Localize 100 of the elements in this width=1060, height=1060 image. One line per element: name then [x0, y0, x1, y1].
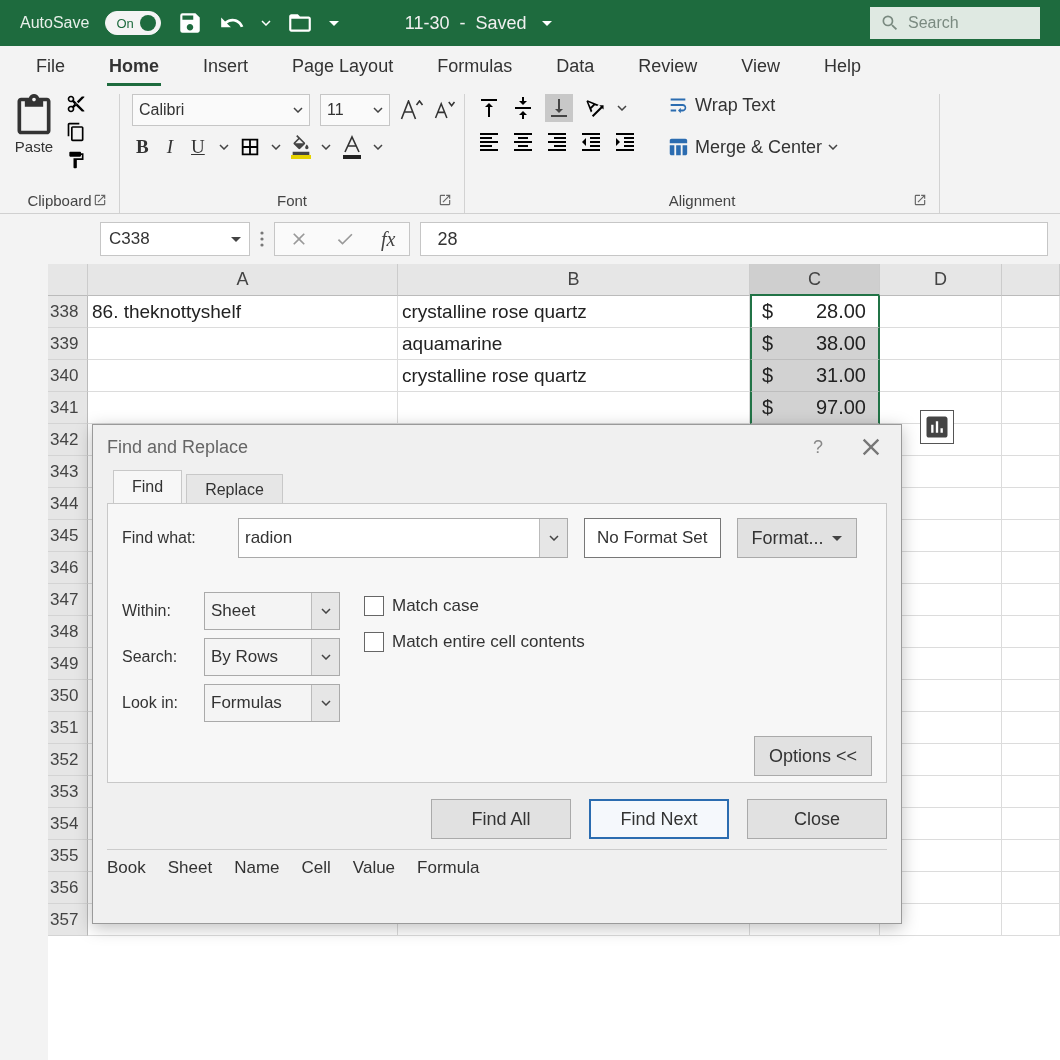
row-header[interactable]: 352 [48, 744, 88, 776]
launcher-icon [913, 193, 927, 207]
row-header[interactable]: 349 [48, 648, 88, 680]
dialog-button[interactable]: Close [747, 799, 887, 839]
name-box[interactable]: C338 [100, 222, 250, 256]
fill-color-icon[interactable] [290, 135, 311, 159]
row-header[interactable]: 339 [48, 328, 88, 360]
currency-cell: $ 38.00 [750, 328, 880, 360]
dialog-title: Find and Replace [107, 436, 250, 458]
ribbon-tab[interactable]: Review [636, 56, 700, 86]
checkbox[interactable] [364, 632, 384, 652]
column-header[interactable]: C [750, 264, 880, 296]
option-dropdown[interactable]: Sheet [204, 592, 340, 630]
align-bottom-button[interactable] [545, 94, 573, 122]
dialog-button[interactable]: Find All [431, 799, 571, 839]
row-header[interactable]: 357 [48, 904, 88, 936]
dialog-button[interactable]: Find Next [589, 799, 729, 839]
column-header[interactable]: Book [107, 858, 146, 878]
row-header[interactable]: 342 [48, 424, 88, 456]
currency-cell: $ 97.00 [750, 392, 880, 424]
row-header[interactable]: 345 [48, 520, 88, 552]
column-header[interactable]: Formula [417, 858, 480, 878]
format-button[interactable]: Format... [736, 518, 857, 558]
decrease-indent-icon [579, 130, 603, 154]
ribbon-tab[interactable]: Formulas [435, 56, 515, 86]
grow-font-icon[interactable] [400, 100, 424, 120]
table-cell [1002, 808, 1060, 840]
shrink-font-icon[interactable] [434, 101, 456, 119]
merge-center-button[interactable]: Merge & Center [667, 136, 839, 158]
ribbon-tab[interactable]: Page Layout [290, 56, 396, 86]
option-dropdown[interactable]: By Rows [204, 638, 340, 676]
column-header[interactable]: A [88, 264, 398, 296]
row-header[interactable]: 350 [48, 680, 88, 712]
table-cell [1002, 296, 1060, 328]
field-label: Search: [122, 648, 179, 666]
font-name-field[interactable]: Calibri [132, 94, 310, 126]
options-button[interactable]: Options << [753, 736, 872, 776]
row-header[interactable]: 351 [48, 712, 88, 744]
autosave-label: AutoSave [20, 14, 90, 32]
increase-indent-icon [613, 130, 637, 154]
dialog-tab[interactable]: Find [113, 470, 183, 504]
caret-icon [542, 20, 553, 26]
dialog-tab[interactable]: Replace [186, 474, 283, 504]
scissors-icon [66, 94, 86, 114]
caret-icon [831, 535, 842, 541]
quick-analysis-icon[interactable] [920, 410, 954, 444]
ribbon-tab[interactable]: Insert [201, 56, 251, 86]
formula-input[interactable]: 28 [420, 222, 1048, 256]
chevron-down-icon [828, 144, 839, 150]
row-header[interactable]: 346 [48, 552, 88, 584]
chevron-down-icon [320, 700, 331, 706]
column-header[interactable]: Name [234, 858, 280, 878]
format-button[interactable]: B [132, 136, 153, 158]
currency-cell: $ 31.00 [750, 360, 880, 392]
format-button[interactable]: U [187, 136, 209, 158]
row-header[interactable]: 343 [48, 456, 88, 488]
caret-icon [231, 236, 241, 242]
font-size-field[interactable]: 11 [320, 94, 390, 126]
chevron-down-icon [270, 144, 281, 150]
table-cell [1002, 904, 1060, 936]
column-header[interactable]: Sheet [167, 858, 213, 878]
row-header[interactable]: 354 [48, 808, 88, 840]
table-cell [1002, 680, 1060, 712]
column-header[interactable]: Cell [301, 858, 331, 878]
format-preview: No Format Set [584, 518, 721, 558]
align-left-icon [477, 130, 501, 154]
format-button[interactable]: I [162, 136, 177, 158]
row-header[interactable]: 344 [48, 488, 88, 520]
align-center-icon [511, 130, 535, 154]
checkbox[interactable] [364, 596, 384, 616]
paintbrush-icon [66, 150, 86, 170]
paste-button[interactable]: Paste [12, 94, 56, 187]
customize-icon [328, 20, 339, 26]
ribbon-tab[interactable]: View [739, 56, 782, 86]
ribbon-tab[interactable]: Data [554, 56, 597, 86]
ribbon-tab[interactable]: File [34, 56, 67, 86]
row-header[interactable]: 353 [48, 776, 88, 808]
find-input[interactable]: radion [238, 518, 568, 558]
wrap-text-button[interactable]: Wrap Text [667, 94, 839, 116]
row-header[interactable]: 348 [48, 616, 88, 648]
autosave-toggle[interactable]: On [105, 11, 161, 35]
row-header[interactable]: 341 [48, 392, 88, 424]
column-header[interactable]: Value [352, 858, 396, 878]
font-color-icon[interactable] [340, 134, 363, 160]
row-header[interactable]: 356 [48, 872, 88, 904]
ribbon-tab[interactable]: Help [821, 56, 863, 86]
chevron-down-icon [218, 144, 229, 150]
table-cell: 86. theknottyshelf [88, 296, 398, 328]
column-header[interactable]: B [398, 264, 750, 296]
row-header[interactable]: 340 [48, 360, 88, 392]
chevron-down-icon [260, 20, 271, 26]
option-dropdown[interactable]: Formulas [204, 684, 340, 722]
group-label: Font [277, 191, 307, 209]
chevron-down-icon [320, 608, 331, 614]
column-header[interactable]: D [880, 264, 1002, 296]
insert-function-label[interactable]: fx [381, 227, 396, 251]
row-header[interactable]: 347 [48, 584, 88, 616]
table-cell: crystalline rose quartz [398, 296, 750, 328]
row-header[interactable]: 355 [48, 840, 88, 872]
row-header[interactable]: 338 [48, 296, 88, 328]
